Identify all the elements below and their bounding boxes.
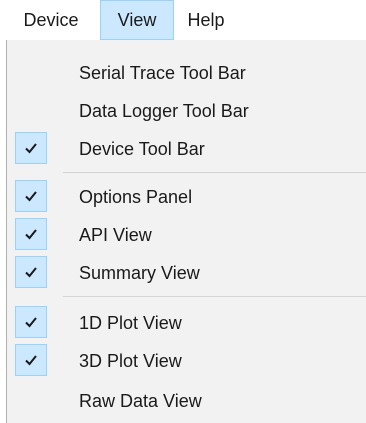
menu-item-raw-data-view[interactable]: Raw Data View bbox=[7, 382, 366, 420]
check-icon bbox=[15, 132, 47, 164]
check-icon bbox=[15, 256, 47, 288]
menu-item-label: Summary View bbox=[79, 263, 200, 283]
menu-item-label: Data Logger Tool Bar bbox=[79, 101, 249, 121]
menu-help[interactable]: Help bbox=[176, 0, 236, 40]
menu-item-label: Device Tool Bar bbox=[79, 139, 205, 159]
menu-item-summary-view[interactable]: Summary View bbox=[7, 254, 366, 292]
menu-item-label: 1D Plot View bbox=[79, 313, 182, 333]
menu-item-1d-plot-view[interactable]: 1D Plot View bbox=[7, 304, 366, 342]
menu-item-label: Raw Data View bbox=[79, 391, 202, 411]
menu-item-api-view[interactable]: API View bbox=[7, 216, 366, 254]
check-icon bbox=[15, 180, 47, 212]
menu-item-3d-plot-view[interactable]: 3D Plot View bbox=[7, 342, 366, 380]
check-icon bbox=[15, 306, 47, 338]
menu-item-label: Options Panel bbox=[79, 187, 193, 207]
menu-bar: Device View Help bbox=[0, 0, 366, 40]
menu-item-serial-trace-tool-bar[interactable]: Serial Trace Tool Bar bbox=[7, 54, 366, 92]
check-icon bbox=[15, 218, 47, 250]
menu-item-data-logger-tool-bar[interactable]: Data Logger Tool Bar bbox=[7, 92, 366, 130]
menu-separator bbox=[63, 172, 366, 173]
menu-item-device-tool-bar[interactable]: Device Tool Bar bbox=[7, 130, 366, 168]
app-window: Device View Help Serial Trace Tool Bar D… bbox=[0, 0, 366, 423]
check-icon bbox=[15, 344, 47, 376]
menu-separator bbox=[63, 296, 366, 297]
menu-item-label: 3D Plot View bbox=[79, 351, 182, 371]
view-menu-dropdown: Serial Trace Tool Bar Data Logger Tool B… bbox=[6, 40, 366, 423]
menu-item-label: API View bbox=[79, 225, 152, 245]
menu-view[interactable]: View bbox=[100, 0, 174, 40]
menu-item-label: Serial Trace Tool Bar bbox=[79, 63, 246, 83]
menu-item-options-panel[interactable]: Options Panel bbox=[7, 178, 366, 216]
menu-device[interactable]: Device bbox=[4, 0, 98, 40]
